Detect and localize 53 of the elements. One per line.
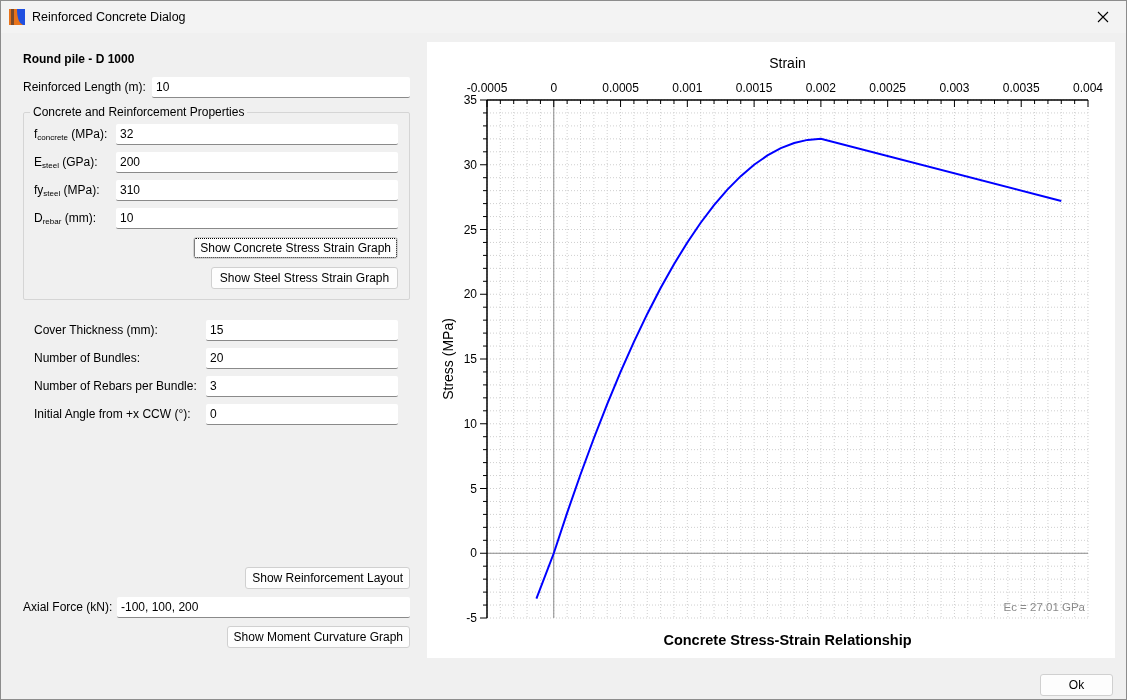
- tick-label: 0.0035: [1002, 81, 1040, 95]
- tick-label: -0.0005: [466, 81, 508, 95]
- tick-label: 0.0005: [602, 81, 639, 95]
- field-label: f$_{concrete}$ (MPa):: [34, 126, 109, 142]
- window-title: Reinforced Concrete Dialog: [32, 10, 187, 24]
- field-label: Initial Angle from +x CCW (°):: [34, 407, 192, 421]
- input-field[interactable]: 0: [206, 403, 398, 425]
- input-field[interactable]: 32: [116, 123, 398, 145]
- axis-title: Strain: [769, 55, 806, 71]
- field-label: D$_{rebar}$ (mm):: [34, 210, 97, 226]
- field-label: E$_{steel}$ (GPa):: [34, 154, 99, 170]
- group-title: Concrete and Reinforcement Properties: [32, 105, 246, 119]
- tick-label: 0: [470, 546, 477, 561]
- input-field[interactable]: 310: [116, 179, 398, 201]
- field-label: fy$_{steel}$ (MPa):: [34, 182, 101, 198]
- show-graph-button[interactable]: Show Steel Stress Strain Graph: [211, 267, 398, 289]
- input-field[interactable]: 200: [116, 151, 398, 173]
- show-graph-button[interactable]: Show Concrete Stress Strain Graph: [193, 237, 398, 259]
- tick-label: 0.0015: [735, 81, 773, 95]
- tick-label: 30: [463, 157, 477, 172]
- close-icon[interactable]: [1097, 11, 1109, 23]
- app-logo-icon: [9, 9, 25, 25]
- field-label: Number of Rebars per Bundle:: [34, 379, 198, 393]
- input-field[interactable]: 3: [206, 375, 398, 397]
- ok-button[interactable]: Ok: [1040, 674, 1113, 696]
- axis-title: Stress (MPa): [440, 318, 456, 400]
- tick-label: 0.0025: [869, 81, 906, 95]
- input-field[interactable]: 10: [152, 76, 410, 98]
- show-layout-button[interactable]: Show Reinforcement Layout: [245, 567, 410, 589]
- tick-label: 0.004: [1073, 81, 1103, 95]
- input-field[interactable]: 10: [116, 207, 398, 229]
- tick-label: 0.001: [672, 81, 703, 95]
- tick-label: 35: [463, 93, 477, 107]
- tick-label: 20: [463, 287, 477, 302]
- input-field[interactable]: 15: [206, 319, 398, 341]
- field-label: Reinforced Length (m):: [23, 80, 147, 94]
- tick-label: 10: [463, 416, 477, 431]
- chart-title: Concrete Stress-Strain Relationship: [663, 632, 912, 648]
- field-label: Cover Thickness (mm):: [34, 323, 159, 337]
- tick-label: 0.002: [805, 81, 836, 95]
- chart-annotation: Ec = 27.01 GPa: [1003, 601, 1085, 613]
- input-field[interactable]: -100, 100, 200: [117, 596, 410, 618]
- section-heading: Round pile - D 1000: [23, 52, 136, 68]
- field-label: Axial Force (kN):: [23, 600, 114, 614]
- tick-label: -5: [466, 611, 477, 625]
- show-moment-button[interactable]: Show Moment Curvature Graph: [226, 626, 410, 648]
- tick-label: 15: [463, 352, 477, 366]
- tick-label: 25: [463, 222, 477, 237]
- tick-label: 5: [470, 481, 477, 496]
- field-label: Number of Bundles:: [34, 351, 142, 365]
- tick-label: 0.003: [939, 81, 970, 95]
- tick-label: 0: [550, 81, 558, 95]
- input-field[interactable]: 20: [206, 347, 398, 369]
